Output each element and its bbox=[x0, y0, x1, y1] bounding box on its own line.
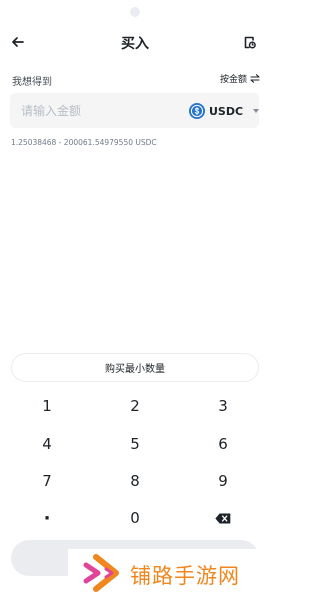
notch-indicator bbox=[130, 7, 140, 17]
keypad-key-9[interactable]: 9 bbox=[193, 466, 253, 496]
header: 买入 bbox=[0, 28, 270, 56]
amount-range: 1.25038468 - 200061.54979550 USDC bbox=[11, 138, 157, 147]
buy-minimum-button[interactable]: 购买最小数量 bbox=[11, 353, 259, 382]
page-title: 买入 bbox=[121, 36, 149, 52]
backspace-icon bbox=[215, 513, 231, 523]
amount-input[interactable] bbox=[21, 102, 171, 120]
want-to-get-label: 我想得到 bbox=[12, 77, 52, 88]
chevron-down-icon bbox=[253, 109, 260, 113]
order-history-button[interactable] bbox=[240, 32, 260, 52]
keypad-key-2[interactable]: 2 bbox=[105, 391, 165, 421]
amount-field: USDC bbox=[10, 93, 260, 128]
usdc-icon bbox=[189, 103, 205, 119]
swap-icon bbox=[250, 74, 260, 83]
keypad-key-backspace[interactable] bbox=[193, 503, 253, 533]
watermark-text: 铺路手游网 bbox=[130, 564, 240, 588]
toggle-amount-mode[interactable]: 按金额 bbox=[220, 72, 260, 85]
keypad-key-0[interactable]: 0 bbox=[105, 503, 165, 533]
keypad-key-6[interactable]: 6 bbox=[193, 429, 253, 459]
watermark-logo-icon bbox=[83, 554, 119, 592]
keypad-key-1[interactable]: 1 bbox=[17, 391, 77, 421]
keypad-key-4[interactable]: 4 bbox=[17, 429, 77, 459]
keypad-key-5[interactable]: 5 bbox=[105, 429, 165, 459]
currency-label: USDC bbox=[209, 104, 244, 118]
currency-select[interactable]: USDC bbox=[189, 101, 260, 121]
keypad-key-3[interactable]: 3 bbox=[193, 391, 253, 421]
keypad-key-7[interactable]: 7 bbox=[17, 466, 77, 496]
order-history-icon bbox=[244, 36, 256, 49]
toggle-mode-label: 按金额 bbox=[219, 75, 247, 85]
keypad-key-8[interactable]: 8 bbox=[105, 466, 165, 496]
keypad-key-decimal[interactable]: · bbox=[17, 503, 77, 533]
